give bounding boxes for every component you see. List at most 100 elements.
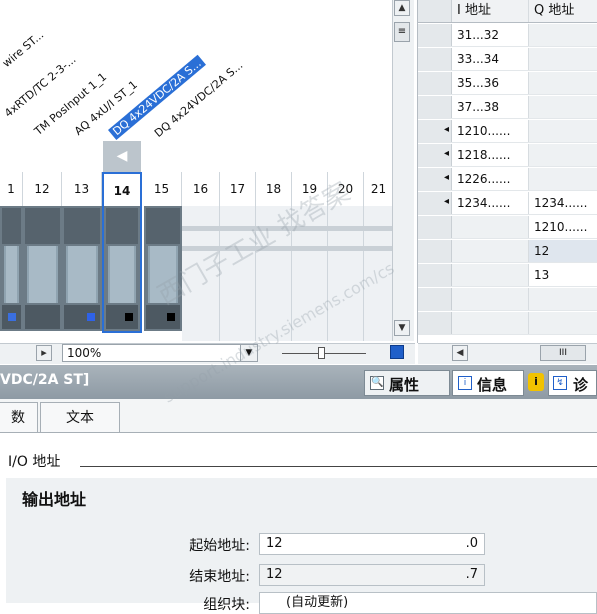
scroll-left-icon[interactable]: ◀ xyxy=(452,345,468,361)
slot-number: 12 xyxy=(23,172,62,206)
cell-i-address[interactable] xyxy=(452,240,529,262)
table-row[interactable]: 33...34 xyxy=(418,48,597,71)
zoom-select[interactable]: 100% xyxy=(62,344,258,362)
row-marker-icon: ◂ xyxy=(443,124,449,135)
cell-i-address[interactable]: 35...36 xyxy=(452,72,529,94)
vertical-scrollbar[interactable] xyxy=(392,0,414,341)
row-gutter: ◂ xyxy=(418,192,452,214)
slot-number: 13 xyxy=(62,172,102,206)
slot-number-selected: 14 xyxy=(102,172,142,206)
table-row[interactable]: ◂ 1226...... xyxy=(418,168,597,191)
cell-i-address[interactable]: 1218...... xyxy=(452,144,529,166)
subtab-general[interactable]: 数 xyxy=(0,402,38,432)
table-row[interactable] xyxy=(418,288,597,311)
table-row[interactable]: ◂ 1218...... xyxy=(418,144,597,167)
device-view[interactable]: wire ST... 4xRTD/TC 2-3-... TM PosInput … xyxy=(0,0,415,343)
scroll-thumb[interactable]: ≡ xyxy=(394,22,410,42)
io-module[interactable] xyxy=(62,206,102,331)
cell-q-address[interactable] xyxy=(529,72,597,94)
properties-icon: 🔍 xyxy=(370,376,384,390)
row-gutter: ◂ xyxy=(418,120,452,142)
info-icon: i xyxy=(458,376,472,390)
subtab-text[interactable]: 文本 xyxy=(40,402,120,432)
row-marker-icon: ◂ xyxy=(443,196,449,207)
group-title: 输出地址 xyxy=(22,490,87,509)
chevron-down-icon[interactable]: ▼ xyxy=(240,345,257,361)
table-row[interactable]: 13 xyxy=(418,264,597,287)
address-table[interactable]: I 地址 Q 地址 31...32 33...34 35...36 37...38 ◂ 1… xyxy=(417,0,597,364)
start-bit: .0 xyxy=(465,536,478,551)
cell-i-address[interactable]: 31...32 xyxy=(452,24,529,46)
organization-block-label: 组织块: xyxy=(203,597,250,613)
collapse-arrow-button[interactable]: ◀ xyxy=(103,141,141,172)
row-gutter xyxy=(418,24,452,46)
row-gutter xyxy=(418,216,452,238)
cell-q-address[interactable] xyxy=(529,288,597,310)
column-header-i-address[interactable]: I 地址 xyxy=(452,0,529,22)
cell-q-address[interactable]: 13 xyxy=(529,264,597,286)
overview-navigation-icon[interactable] xyxy=(390,345,404,359)
slot-number: 19 xyxy=(292,172,328,206)
slot-number: 1 xyxy=(0,172,23,206)
cell-q-address[interactable] xyxy=(529,168,597,190)
table-row[interactable]: 31...32 xyxy=(418,24,597,47)
start-address-field[interactable]: 12 .0 xyxy=(259,533,485,555)
rail-bar xyxy=(182,246,394,251)
cell-q-address[interactable] xyxy=(529,144,597,166)
end-address-field: 12 .7 xyxy=(259,564,485,586)
tab-properties-label: 属性 xyxy=(389,376,420,394)
table-row[interactable]: 1210...... xyxy=(418,216,597,239)
table-row[interactable]: 37...38 xyxy=(418,96,597,119)
cell-q-address[interactable]: 1210...... xyxy=(529,216,597,238)
table-row[interactable]: 35...36 xyxy=(418,72,597,95)
table-header: I 地址 Q 地址 xyxy=(418,0,597,23)
module-label[interactable]: wire ST... xyxy=(0,28,46,70)
row-gutter xyxy=(418,240,452,262)
zoom-slider-thumb[interactable] xyxy=(318,347,325,359)
row-gutter: ◂ xyxy=(418,168,452,190)
cell-i-address[interactable]: 33...34 xyxy=(452,48,529,70)
info-badge-icon[interactable]: i xyxy=(528,373,544,391)
scroll-right-icon[interactable]: ▸ xyxy=(36,345,52,361)
rail-bar xyxy=(182,226,394,231)
tab-diagnostics[interactable]: ↯ 诊 xyxy=(548,370,597,396)
row-gutter xyxy=(418,288,452,310)
cell-q-address[interactable] xyxy=(529,96,597,118)
io-module[interactable] xyxy=(23,206,62,331)
cell-i-address[interactable]: 1210...... xyxy=(452,120,529,142)
scroll-down-icon[interactable]: ▼ xyxy=(394,320,410,336)
start-address-value: 12 xyxy=(266,536,283,551)
cell-i-address[interactable]: 1234...... xyxy=(452,192,529,214)
cell-i-address[interactable]: 37...38 xyxy=(452,96,529,118)
tab-info[interactable]: i 信息 xyxy=(452,370,524,396)
slot-number: 20 xyxy=(328,172,364,206)
cell-q-address[interactable]: 12 xyxy=(529,240,597,262)
column-header-q-address[interactable]: Q 地址 xyxy=(529,0,597,22)
cell-q-address[interactable] xyxy=(529,312,597,334)
table-row[interactable]: ◂ 1234...... 1234...... xyxy=(418,192,597,215)
cell-q-address[interactable]: 1234...... xyxy=(529,192,597,214)
tab-properties[interactable]: 🔍 属性 xyxy=(364,370,450,396)
cell-i-address[interactable] xyxy=(452,264,529,286)
row-gutter xyxy=(418,48,452,70)
row-gutter: ◂ xyxy=(418,144,452,166)
cell-q-address[interactable] xyxy=(529,48,597,70)
table-row[interactable] xyxy=(418,312,597,335)
cell-i-address[interactable]: 1226...... xyxy=(452,168,529,190)
diagnostics-icon: ↯ xyxy=(553,376,567,390)
io-module[interactable] xyxy=(0,206,23,331)
cell-i-address[interactable] xyxy=(452,312,529,334)
scroll-thumb[interactable]: III xyxy=(540,345,586,361)
scroll-up-icon[interactable]: ▲ xyxy=(394,0,410,16)
io-module[interactable] xyxy=(144,206,182,331)
cell-q-address[interactable] xyxy=(529,24,597,46)
table-row[interactable]: ◂ 1210...... xyxy=(418,120,597,143)
slot-number: 17 xyxy=(220,172,256,206)
cell-q-address[interactable] xyxy=(529,120,597,142)
organization-block-select[interactable]: (自动更新) xyxy=(259,592,597,614)
slot-number: 15 xyxy=(142,172,182,206)
inspector-title: VDC/2A ST] xyxy=(0,372,90,388)
cell-i-address[interactable] xyxy=(452,288,529,310)
cell-i-address[interactable] xyxy=(452,216,529,238)
table-row[interactable]: 12 xyxy=(418,240,597,263)
